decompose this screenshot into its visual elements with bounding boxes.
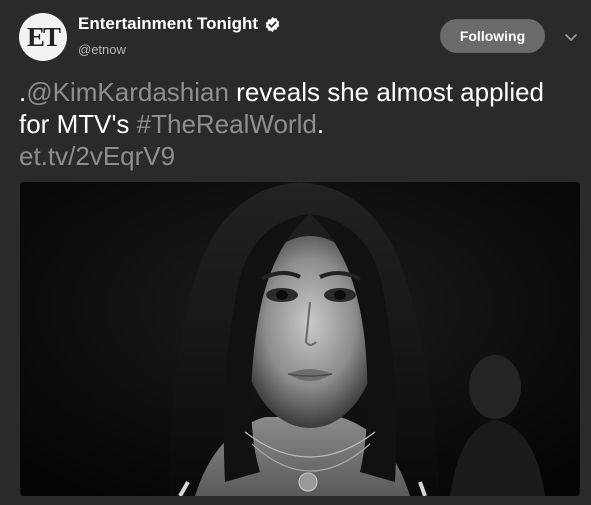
following-button[interactable]: Following bbox=[440, 19, 545, 53]
name-row: Entertainment Tonight bbox=[78, 14, 281, 34]
tweet-card: ET Entertainment Tonight @etnow Followin… bbox=[0, 0, 591, 505]
display-name[interactable]: Entertainment Tonight bbox=[78, 14, 258, 34]
portrait-photo bbox=[20, 182, 580, 496]
chevron-down-icon[interactable] bbox=[563, 29, 579, 45]
verified-icon bbox=[265, 16, 280, 32]
hashtag-link[interactable]: #TheRealWorld bbox=[137, 109, 317, 139]
mention-link[interactable]: @KimKardashian bbox=[26, 77, 229, 107]
avatar[interactable]: ET bbox=[19, 13, 67, 61]
tweet-photo[interactable] bbox=[20, 182, 580, 496]
user-handle[interactable]: @etnow bbox=[78, 42, 126, 57]
url-link[interactable]: et.tv/2vEqrV9 bbox=[19, 140, 579, 172]
tweet-text-part2: . bbox=[316, 109, 325, 139]
tweet-header: ET Entertainment Tonight @etnow Followin… bbox=[0, 0, 591, 70]
avatar-logo: ET bbox=[26, 22, 61, 52]
tweet-text: .@KimKardashian reveals she almost appli… bbox=[19, 76, 579, 172]
